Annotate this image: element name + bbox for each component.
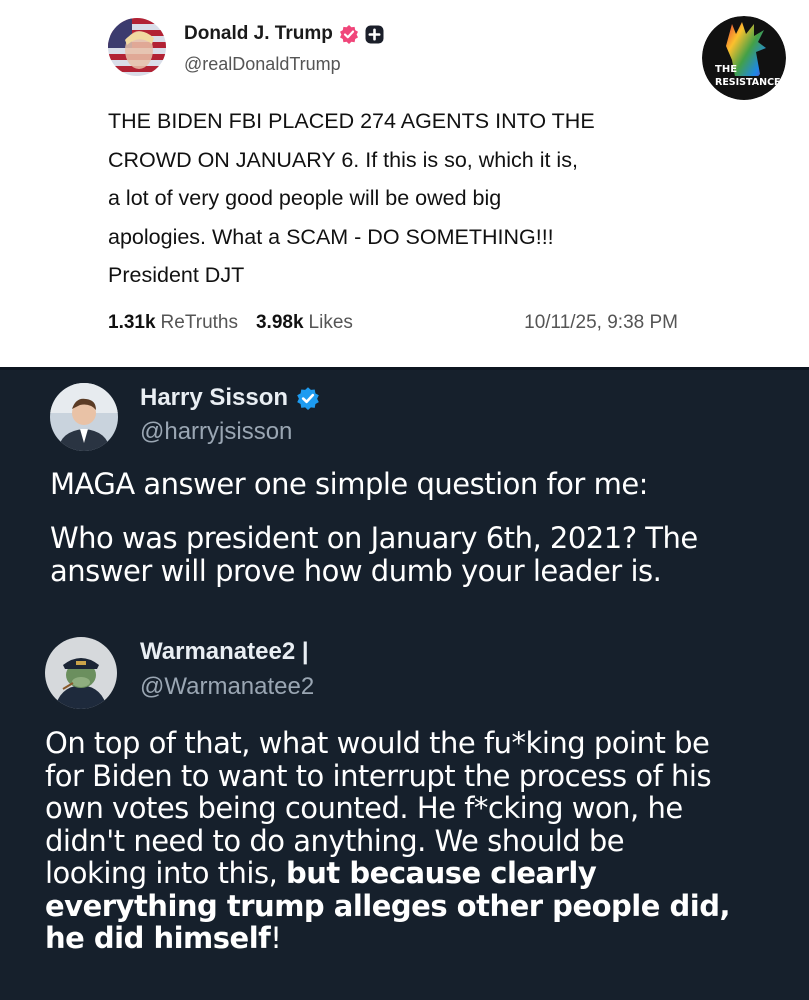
post-line: President DJT	[108, 263, 245, 287]
author-handle[interactable]: @Warmanatee2	[140, 673, 314, 701]
warmanatee-avatar[interactable]	[45, 637, 117, 709]
reply-line: answer will prove how dumb your leader i…	[50, 554, 662, 588]
harry-avatar[interactable]	[50, 383, 118, 451]
trump-name-row: Donald J. Trump	[184, 23, 384, 45]
trump-avatar[interactable]	[108, 18, 166, 76]
author-handle[interactable]: @realDonaldTrump	[184, 54, 341, 75]
verified-badge-icon	[339, 24, 359, 44]
post-body: THE BIDEN FBI PLACED 274 AGENTS INTO THE…	[108, 102, 708, 295]
plus-badge-icon	[365, 25, 384, 44]
reply-line: On top of that, what would the fu*king p…	[45, 726, 710, 760]
reply-line: he did himself!	[45, 922, 730, 955]
verified-badge-icon	[296, 386, 320, 410]
reply-body: On top of that, what would the fu*king p…	[45, 727, 730, 955]
reply-text-regular: looking into this,	[45, 856, 287, 890]
author-name[interactable]: Donald J. Trump	[184, 23, 333, 45]
reply-text-regular: !	[270, 921, 282, 955]
author-name[interactable]: Warmanatee2 |	[140, 638, 309, 666]
warmanatee-name-row: Warmanatee2 |	[140, 638, 309, 666]
likes-label[interactable]: Likes	[309, 312, 353, 334]
resistance-text-line-1: THE	[715, 64, 738, 75]
reply-line: for Biden to want to interrupt the proce…	[45, 758, 712, 793]
retruths-label[interactable]: ReTruths	[161, 312, 238, 334]
harry-name-row: Harry Sisson	[140, 384, 320, 412]
reply-line: Who was president on January 6th, 2021? …	[50, 521, 698, 555]
reply-text-bold: he did himself	[45, 921, 271, 955]
reply-line: MAGA answer one simple question for me:	[50, 467, 648, 501]
reply-paragraph-1: MAGA answer one simple question for me:	[50, 468, 648, 501]
likes-count[interactable]: 3.98k	[256, 312, 304, 334]
reply-text-bold: but because clearly	[286, 856, 597, 890]
post-timestamp[interactable]: 10/11/25, 9:38 PM	[524, 312, 678, 334]
resistance-badge-logo: THE RESISTANCE	[702, 16, 786, 100]
author-handle[interactable]: @harryjsisson	[140, 418, 292, 446]
reply-line: own votes being counted. He f*cking won,…	[45, 791, 683, 825]
post-stats: 1.31k ReTruths 3.98k Likes 10/11/25, 9:3…	[108, 312, 678, 334]
author-name[interactable]: Harry Sisson	[140, 384, 288, 412]
post-line: a lot of very good people will be owed b…	[108, 186, 502, 210]
post-line: apologies. What a SCAM - DO SOMETHING!!!	[108, 224, 554, 249]
retruths-count[interactable]: 1.31k	[108, 312, 156, 334]
reply-line: didn't need to do anything. We should be	[45, 823, 625, 858]
truth-social-post: Donald J. Trump @realDonaldTrump THE RES…	[0, 0, 809, 367]
reply-paragraph-2: Who was president on January 6th, 2021? …	[50, 522, 698, 588]
post-line: THE BIDEN FBI PLACED 274 AGENTS INTO THE	[108, 109, 595, 133]
reply-line-bold: everything trump alleges other people di…	[45, 888, 730, 923]
reply-line: looking into this, but because clearly	[45, 857, 730, 890]
resistance-text-line-2: RESISTANCE	[715, 77, 781, 88]
replies-panel: Harry Sisson @harryjsisson MAGA answer o…	[0, 367, 809, 1000]
post-line: CROWD ON JANUARY 6. If this is so, which…	[108, 147, 578, 172]
